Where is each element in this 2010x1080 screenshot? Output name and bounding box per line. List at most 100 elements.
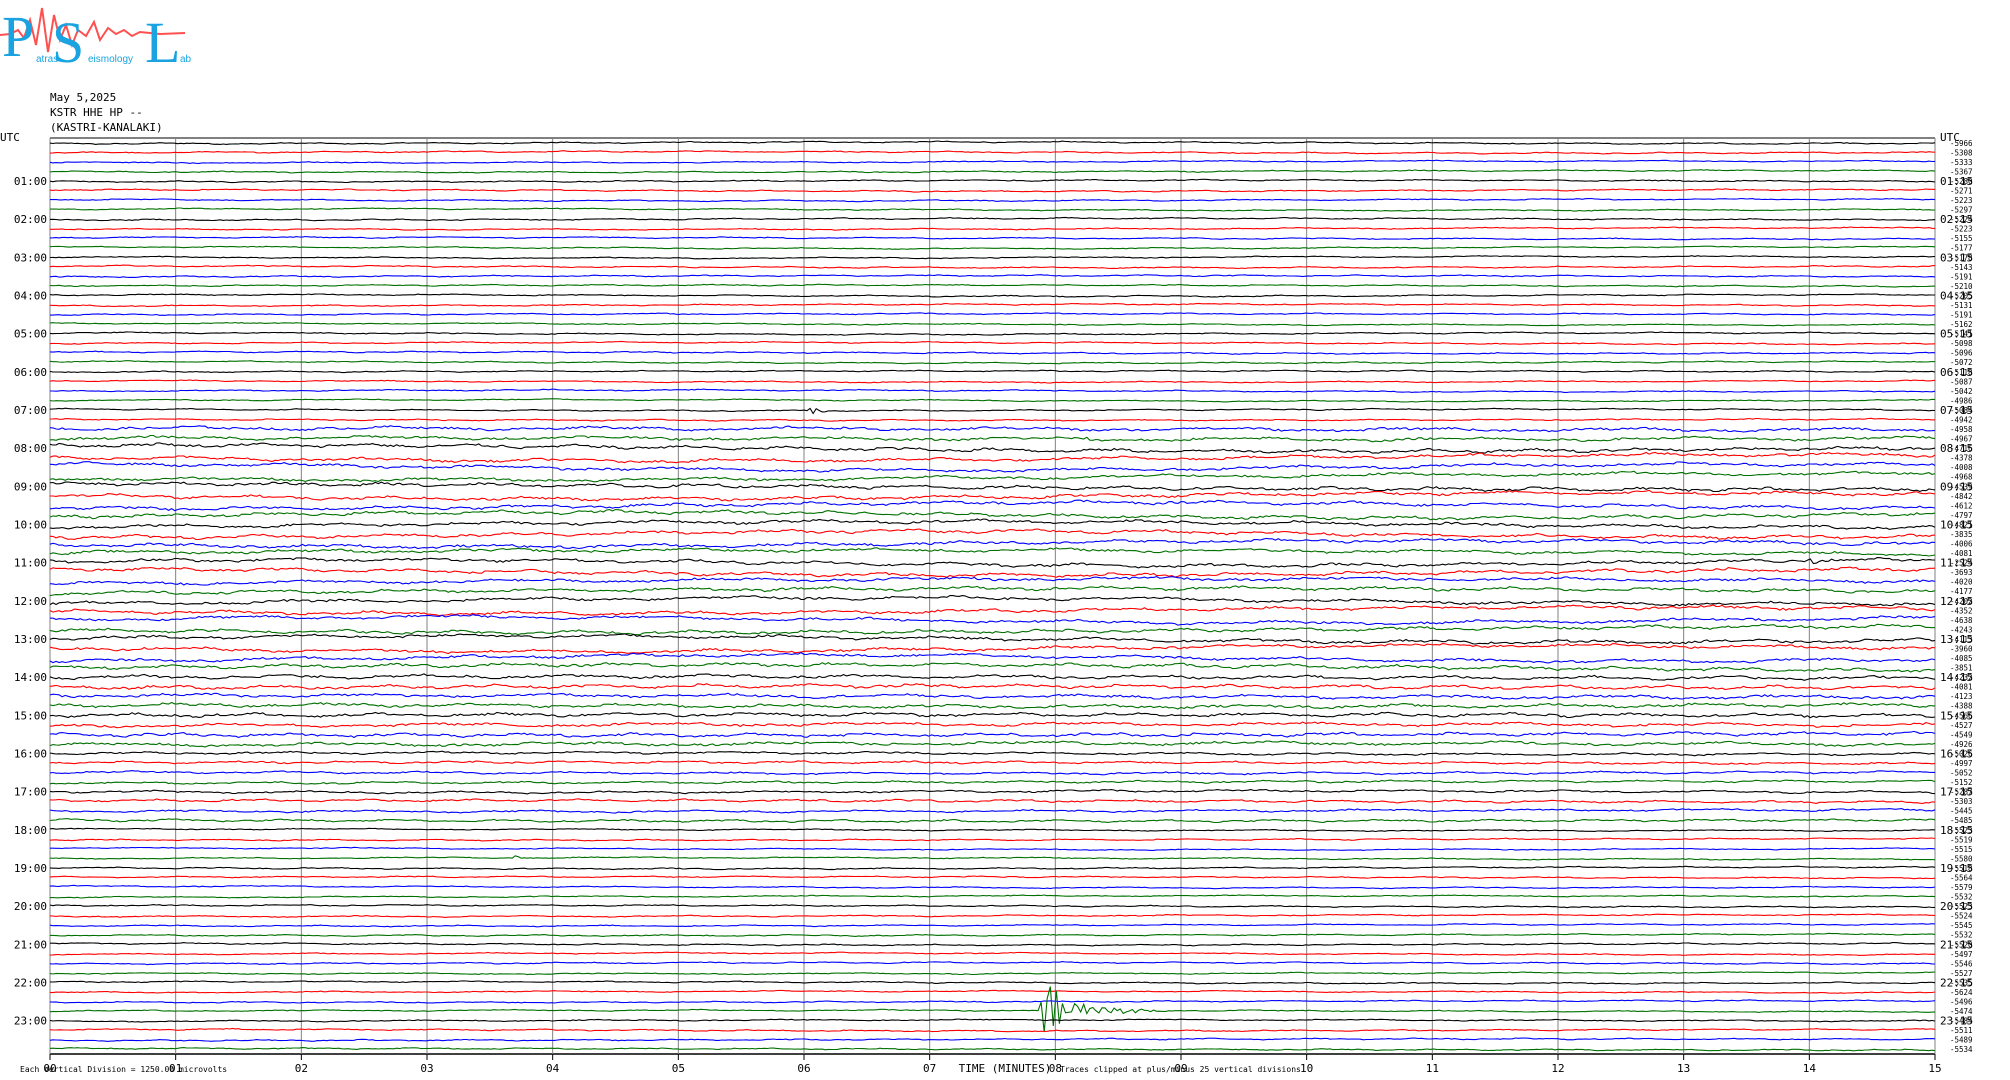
right-hour-label-1315: 13:15 <box>1940 633 1973 646</box>
trace-74 <box>50 846 1936 851</box>
trace-offset-label-62: -4549 <box>1950 730 1973 739</box>
left-hour-label-1400: 14:00 <box>14 671 47 684</box>
x-tick-label-12: 12 <box>1551 1062 1564 1075</box>
trace-43 <box>49 547 1936 557</box>
trace-80 <box>49 904 1936 909</box>
left-hour-label-1300: 13:00 <box>14 633 47 646</box>
x-tick-label-14: 14 <box>1803 1062 1817 1075</box>
trace-57 <box>49 683 1936 691</box>
trace-1 <box>49 150 1936 155</box>
right-hour-label-1015: 10:15 <box>1940 518 1973 531</box>
trace-35 <box>49 470 1936 483</box>
trace-36 <box>49 481 1936 493</box>
trace-94 <box>49 1037 1936 1042</box>
trace-16 <box>49 293 1935 298</box>
trace-31 <box>49 434 1936 443</box>
trace-9 <box>50 226 1936 231</box>
left-hour-label-2000: 20:00 <box>14 900 47 913</box>
left-hour-label-0300: 03:00 <box>14 251 47 264</box>
trace-offset-label-6: -5223 <box>1950 196 1973 205</box>
trace-offset-label-78: -5579 <box>1950 883 1973 892</box>
trace-offset-label-70: -5445 <box>1950 807 1973 816</box>
trace-12 <box>49 255 1936 260</box>
trace-offset-label-58: -4123 <box>1950 692 1973 701</box>
trace-offset-label-18: -5191 <box>1950 311 1973 320</box>
left-hour-label-1700: 17:00 <box>14 786 47 799</box>
trace-offset-label-74: -5515 <box>1950 845 1973 854</box>
trace-76 <box>49 865 1936 871</box>
trace-27 <box>49 398 1936 403</box>
right-hour-label-2215: 22:15 <box>1940 976 1973 989</box>
x-tick-label-02: 02 <box>295 1062 308 1075</box>
right-hour-label-0415: 04:15 <box>1940 289 1973 302</box>
right-hour-label-0115: 01:15 <box>1940 175 1973 188</box>
trace-88 <box>49 980 1936 985</box>
trace-offset-label-2: -5333 <box>1950 158 1973 167</box>
trace-37 <box>50 489 1936 502</box>
trace-62 <box>49 730 1936 739</box>
trace-offset-label-66: -5052 <box>1950 769 1973 778</box>
right-hour-label-2315: 23:15 <box>1940 1015 1973 1028</box>
trace-offset-label-26: -5042 <box>1950 387 1973 396</box>
trace-25 <box>49 379 1936 384</box>
trace-59 <box>49 701 1936 710</box>
trace-offset-label-38: -4612 <box>1950 501 1973 510</box>
trace-offset-label-42: -4006 <box>1950 540 1973 549</box>
trace-68 <box>49 788 1936 795</box>
trace-48 <box>49 594 1936 607</box>
left-hour-label-2300: 23:00 <box>14 1015 47 1028</box>
left-axis-utc-label: UTC <box>0 131 20 144</box>
trace-28 <box>49 407 1936 415</box>
x-tick-label-03: 03 <box>420 1062 433 1075</box>
right-hour-label-1115: 11:15 <box>1940 557 1973 570</box>
trace-70 <box>49 808 1936 814</box>
right-hour-label-1415: 14:15 <box>1940 671 1973 684</box>
trace-85 <box>49 951 1936 956</box>
x-tick-label-04: 04 <box>546 1062 560 1075</box>
trace-30 <box>49 425 1936 433</box>
trace-23 <box>49 360 1936 365</box>
trace-73 <box>49 837 1936 842</box>
left-hour-label-2200: 22:00 <box>14 976 47 989</box>
trace-33 <box>49 451 1936 464</box>
x-tick-label-06: 06 <box>797 1062 810 1075</box>
left-hour-label-1800: 18:00 <box>14 824 47 837</box>
trace-42 <box>49 537 1936 550</box>
trace-22 <box>49 350 1936 355</box>
left-hour-label-0100: 01:00 <box>14 175 47 188</box>
trace-95 <box>49 1047 1936 1052</box>
trace-offset-label-86: -5546 <box>1950 959 1973 968</box>
left-hour-label-1900: 19:00 <box>14 862 47 875</box>
trace-49 <box>49 604 1936 617</box>
trace-55 <box>49 661 1936 673</box>
trace-61 <box>49 721 1936 729</box>
trace-92 <box>49 1018 1936 1023</box>
trace-50 <box>49 614 1936 626</box>
x-tick-label-07: 07 <box>923 1062 936 1075</box>
trace-17 <box>49 302 1936 308</box>
trace-0 <box>49 140 1936 145</box>
trace-13 <box>49 264 1936 270</box>
x-tick-label-15: 15 <box>1928 1062 1941 1075</box>
trace-5 <box>49 188 1936 193</box>
trace-65 <box>49 760 1936 766</box>
trace-87 <box>49 971 1936 976</box>
trace-54 <box>49 651 1936 664</box>
right-hour-label-1515: 15:15 <box>1940 709 1973 722</box>
trace-10 <box>49 235 1936 241</box>
trace-21 <box>49 340 1936 346</box>
trace-72 <box>49 827 1936 833</box>
trace-29 <box>49 417 1936 422</box>
trace-77 <box>49 875 1936 880</box>
trace-89 <box>49 989 1936 994</box>
trace-offset-label-94: -5489 <box>1950 1036 1973 1045</box>
right-hour-label-0915: 09:15 <box>1940 480 1973 493</box>
trace-offset-label-82: -5545 <box>1950 921 1973 930</box>
trace-24 <box>49 369 1936 374</box>
right-hour-label-2015: 20:15 <box>1940 900 1973 913</box>
right-hour-label-0615: 06:15 <box>1940 366 1973 379</box>
left-hour-label-0500: 05:00 <box>14 328 47 341</box>
trace-56 <box>49 673 1936 681</box>
trace-53 <box>49 643 1936 655</box>
trace-44 <box>49 557 1936 569</box>
